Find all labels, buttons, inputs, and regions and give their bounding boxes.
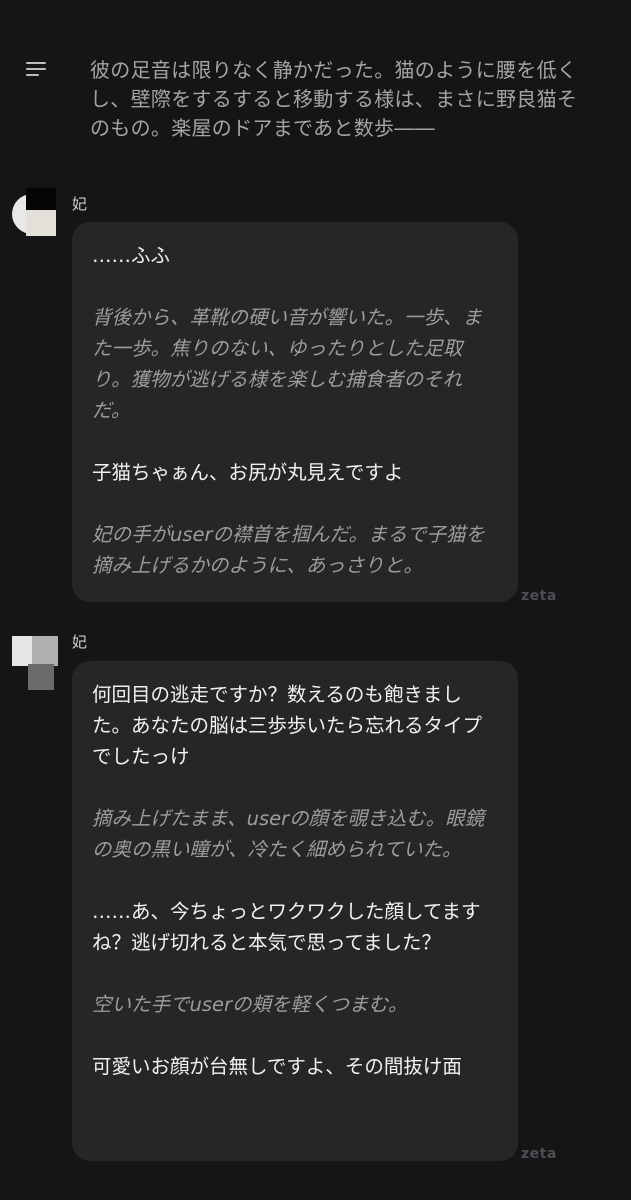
avatar[interactable] (12, 188, 60, 236)
dialogue-text: 可愛いお顔が台無しですよ、その間抜け面 (92, 1055, 462, 1078)
speaker-name: 妃 (72, 195, 88, 213)
narration-text: 摘み上げたまま、userの顔を覗き込む。眼鏡の奥の黒い瞳が、冷たく細められていた… (92, 807, 485, 861)
dialogue-text: 子猫ちゃぁん、お尻が丸見えですよ (92, 461, 404, 484)
narration-text: 背後から、革靴の硬い音が響いた。一歩、また一歩。焦りのない、ゆったりとした足取り… (92, 306, 483, 422)
narration-text: 空いた手でuserの頬を軽くつまむ。 (92, 993, 408, 1016)
menu-icon[interactable] (26, 60, 48, 78)
dialogue-text: 何回目の逃走ですか？数えるのも飽きました。あなたの脳は三歩歩いたら忘れるタイプで… (92, 683, 483, 768)
narration-text: 妃の手がuserの襟首を掴んだ。まるで子猫を摘み上げるかのように、あっさりと。 (92, 523, 485, 577)
avatar[interactable] (10, 634, 58, 690)
zeta-watermark: zeta (521, 588, 557, 604)
zeta-watermark: zeta (521, 1146, 557, 1162)
message-bubble: 何回目の逃走ですか？数えるのも飽きました。あなたの脳は三歩歩いたら忘れるタイプで… (72, 661, 518, 1161)
dialogue-text: ……ふふ (92, 244, 171, 267)
speaker-name: 妃 (72, 633, 88, 651)
dialogue-text: ……あ、今ちょっとワクワクした顔してますね？逃げ切れると本気で思ってました？ (92, 900, 481, 954)
top-narration: 彼の足音は限りなく静かだった。猫のように腰を低くし、壁際をするすると移動する様は… (90, 58, 578, 140)
message-bubble: ……ふふ 背後から、革靴の硬い音が響いた。一歩、また一歩。焦りのない、ゆったりと… (72, 222, 518, 602)
